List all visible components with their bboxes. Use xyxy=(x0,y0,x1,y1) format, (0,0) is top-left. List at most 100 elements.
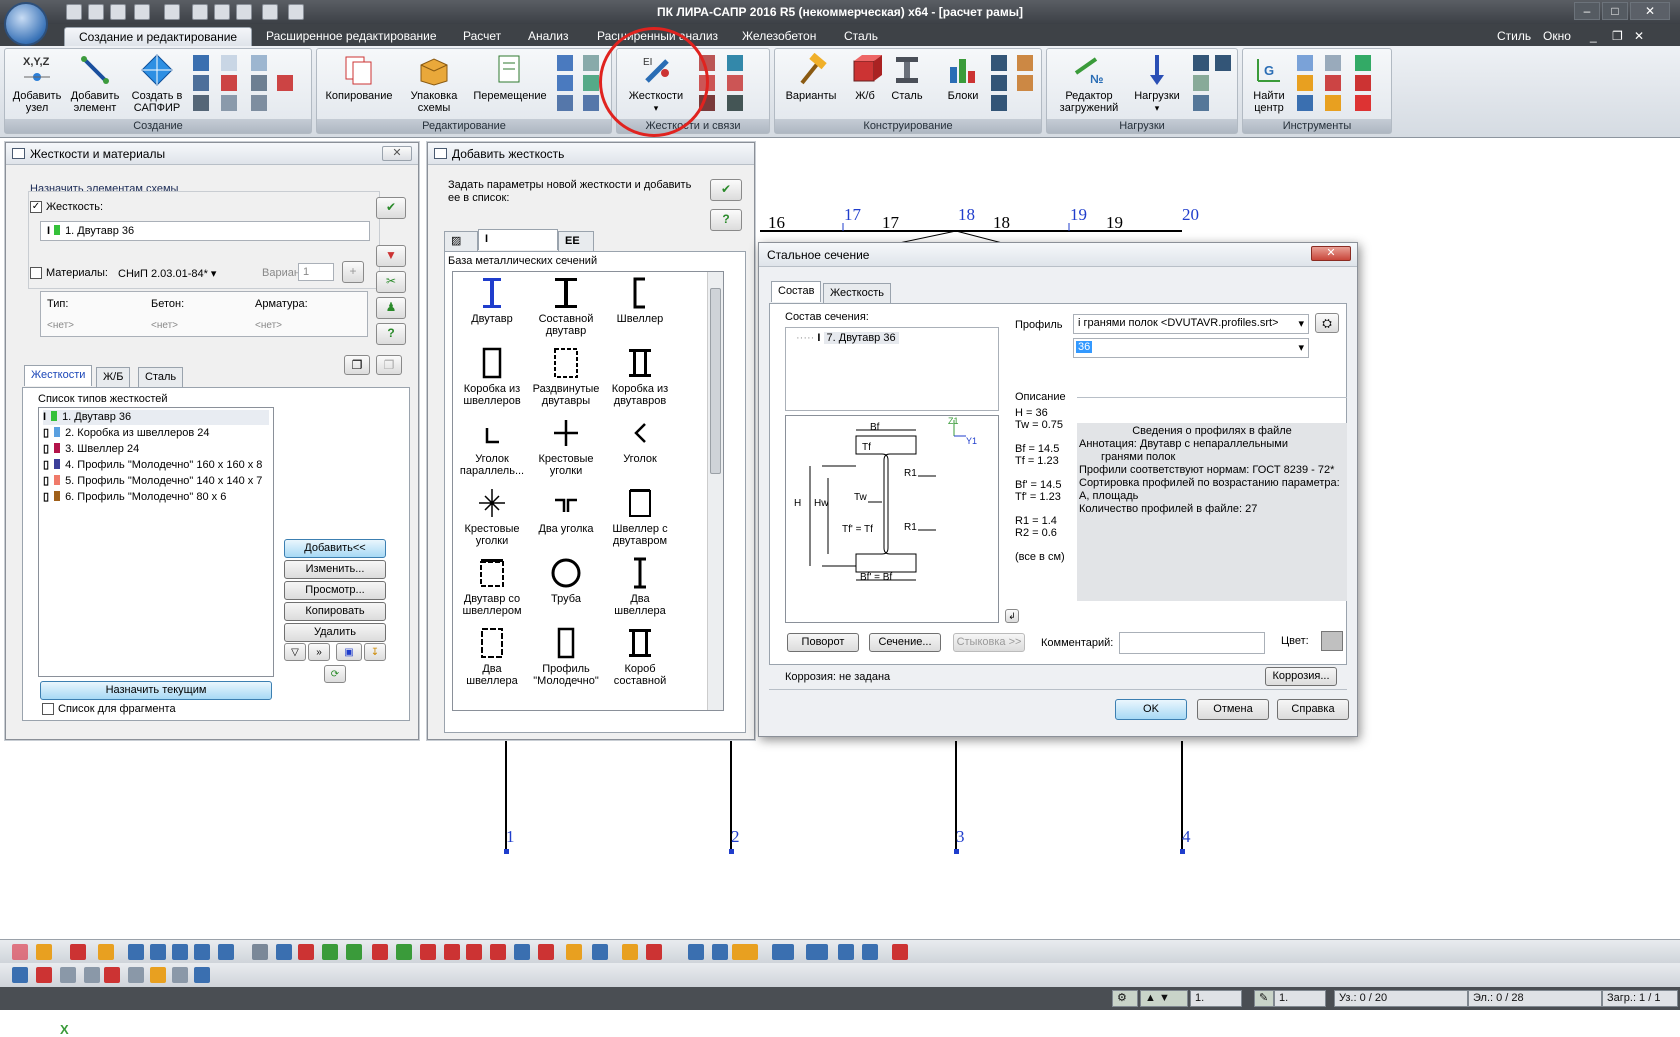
perspective-icon[interactable] xyxy=(838,944,854,960)
merge-icon[interactable] xyxy=(557,95,573,111)
dimension-icon[interactable] xyxy=(1325,55,1341,71)
mesh-view-icon[interactable] xyxy=(444,944,460,960)
elements-icon[interactable] xyxy=(346,944,362,960)
dialog-close-icon[interactable]: ✕ xyxy=(1311,246,1351,261)
tab-rc[interactable]: Железобетон xyxy=(728,27,830,46)
materials-checkbox[interactable] xyxy=(30,267,42,279)
cut-icon[interactable] xyxy=(557,55,573,71)
tab-stiffness[interactable]: Жесткости xyxy=(24,365,93,386)
section-list-scrollbar[interactable] xyxy=(707,272,723,710)
variants-button[interactable]: Варианты xyxy=(781,52,841,102)
pack-scheme-button[interactable]: Упаковка схемы xyxy=(399,53,469,114)
brace-icon[interactable] xyxy=(991,95,1007,111)
cancel-button[interactable]: Отмена xyxy=(1197,699,1269,720)
cc-icon[interactable] xyxy=(727,55,743,71)
help-button[interactable]: Справка xyxy=(1277,699,1349,720)
link-icon[interactable] xyxy=(699,55,715,71)
fragment-icon[interactable] xyxy=(70,944,86,960)
close-window-button[interactable]: ✕ xyxy=(1630,2,1670,20)
pick-icon[interactable]: ♟ xyxy=(376,297,406,319)
measure-icon[interactable] xyxy=(1297,55,1313,71)
maximize-button[interactable]: □ xyxy=(1602,2,1628,20)
section-composite-dvutavr[interactable]: Составной двутавр xyxy=(527,276,605,337)
section-button[interactable]: Сечение... xyxy=(869,633,941,652)
copy-list-icon[interactable]: ❐ xyxy=(344,355,370,375)
render-view-icon[interactable] xyxy=(490,944,506,960)
palette-icon[interactable] xyxy=(1325,95,1341,111)
rotate-view-icon[interactable] xyxy=(194,944,210,960)
list-item[interactable]: ▯ 3. Швеллер 24 xyxy=(43,442,139,457)
display-5-icon[interactable] xyxy=(104,967,120,983)
view-xz-icon[interactable] xyxy=(732,944,758,960)
load-case-icon[interactable] xyxy=(1193,55,1209,71)
tab-create-edit[interactable]: Создание и редактирование xyxy=(64,27,253,46)
table-icon[interactable] xyxy=(1297,75,1313,91)
filter-view-icon[interactable] xyxy=(252,944,268,960)
marker-icon[interactable] xyxy=(646,944,662,960)
find-icon[interactable] xyxy=(514,944,530,960)
list-item[interactable]: ▯ 6. Профиль "Молодечно" 80 x 6 xyxy=(43,490,226,505)
sum-icon[interactable] xyxy=(1355,55,1371,71)
profile-select[interactable]: і гранями полок <DVUTAVR.profiles.srt> ▾ xyxy=(1073,314,1309,334)
view-yz-icon[interactable] xyxy=(806,944,828,960)
tab-section-stiffness[interactable]: Жесткость xyxy=(823,283,892,303)
color-swatch[interactable] xyxy=(1321,631,1343,651)
loads-button[interactable]: Нагрузки ▾ xyxy=(1129,53,1185,114)
load-tools-icon[interactable] xyxy=(1193,95,1209,111)
apply-add-button[interactable]: ✔ xyxy=(710,179,742,201)
composition-tree[interactable]: ····· I 7. Двутавр 36 xyxy=(785,327,999,411)
select-icon[interactable] xyxy=(12,944,28,960)
section-cross-angles[interactable]: Крестовые уголки xyxy=(527,416,605,477)
apply-stiffness-button[interactable]: ✔ xyxy=(376,197,406,219)
view-button[interactable]: Просмотр... xyxy=(284,581,386,600)
status-field-2[interactable]: 1. xyxy=(1274,990,1326,1007)
edit-button[interactable]: Изменить... xyxy=(284,560,386,579)
ruler-icon[interactable] xyxy=(592,944,608,960)
xyz-small-icon[interactable] xyxy=(221,95,237,111)
section-icon[interactable] xyxy=(991,55,1007,71)
tab-steel-list[interactable]: Сталь xyxy=(138,367,184,387)
section-box-dvutavr[interactable]: Коробка из двутавров xyxy=(601,346,679,407)
tab-advanced-edit[interactable]: Расширенное редактирование xyxy=(252,27,451,46)
section-dvutavr[interactable]: Двутавр xyxy=(453,276,531,325)
profile-number-select[interactable]: 36 ▾ xyxy=(1073,338,1309,358)
status-icon-2[interactable]: ▲ ▼ xyxy=(1140,990,1188,1007)
rotate-button[interactable]: Поворот xyxy=(787,633,859,652)
stiffness-list[interactable]: I 1. Двутавр 36 ▯ 2. Коробка из швеллеров … xyxy=(38,407,274,677)
blocks-button[interactable]: Блоки xyxy=(941,53,985,102)
load-dist-icon[interactable] xyxy=(1193,75,1209,91)
slab-icon[interactable] xyxy=(251,55,267,71)
move-button[interactable]: Перемещение xyxy=(469,53,551,102)
tree-item[interactable]: ····· I 7. Двутавр 36 xyxy=(796,332,899,344)
display-1-icon[interactable] xyxy=(12,967,28,983)
section-box-channels[interactable]: Коробка из швеллеров xyxy=(453,346,531,407)
color-scale-icon[interactable] xyxy=(1355,95,1371,111)
sections-icon[interactable]: ▣ xyxy=(336,643,362,661)
forward-icon[interactable]: » xyxy=(308,643,330,661)
search-icon[interactable] xyxy=(1297,95,1313,111)
truss-icon[interactable] xyxy=(193,95,209,111)
support-icon[interactable] xyxy=(727,75,743,91)
pointer-icon[interactable] xyxy=(566,944,582,960)
delete-elements-icon[interactable] xyxy=(372,944,388,960)
tab-composite-sections[interactable]: EE xyxy=(558,231,594,251)
funnel-icon[interactable] xyxy=(276,944,292,960)
display-3-icon[interactable] xyxy=(60,967,76,983)
tab-calculation[interactable]: Расчет xyxy=(449,27,515,46)
section-angle-parallel[interactable]: Уголок параллель... xyxy=(453,416,531,477)
stiffness-checkbox[interactable]: ✓ xyxy=(30,201,42,213)
section-pipe[interactable]: Труба xyxy=(527,556,605,605)
section-base-list[interactable]: Двутавр Составной двутавр Швеллер Коробка… xyxy=(452,271,724,711)
tp-icon[interactable] xyxy=(1017,75,1033,91)
display-4-icon[interactable] xyxy=(84,967,100,983)
wall-icon[interactable] xyxy=(221,55,237,71)
ucs-icon[interactable] xyxy=(892,944,908,960)
sort-icon[interactable]: ↧ xyxy=(364,643,386,661)
tab-analysis[interactable]: Анализ xyxy=(514,27,583,46)
view-xy-icon[interactable] xyxy=(772,944,794,960)
add-material-button[interactable]: + xyxy=(342,261,364,283)
tab-steel[interactable]: Сталь xyxy=(830,27,892,46)
status-icon-1[interactable]: ⚙ xyxy=(1112,990,1138,1007)
close-doc-icon[interactable]: ✕ xyxy=(1634,27,1644,46)
add-element-button[interactable]: Добавить элемент xyxy=(65,53,125,114)
